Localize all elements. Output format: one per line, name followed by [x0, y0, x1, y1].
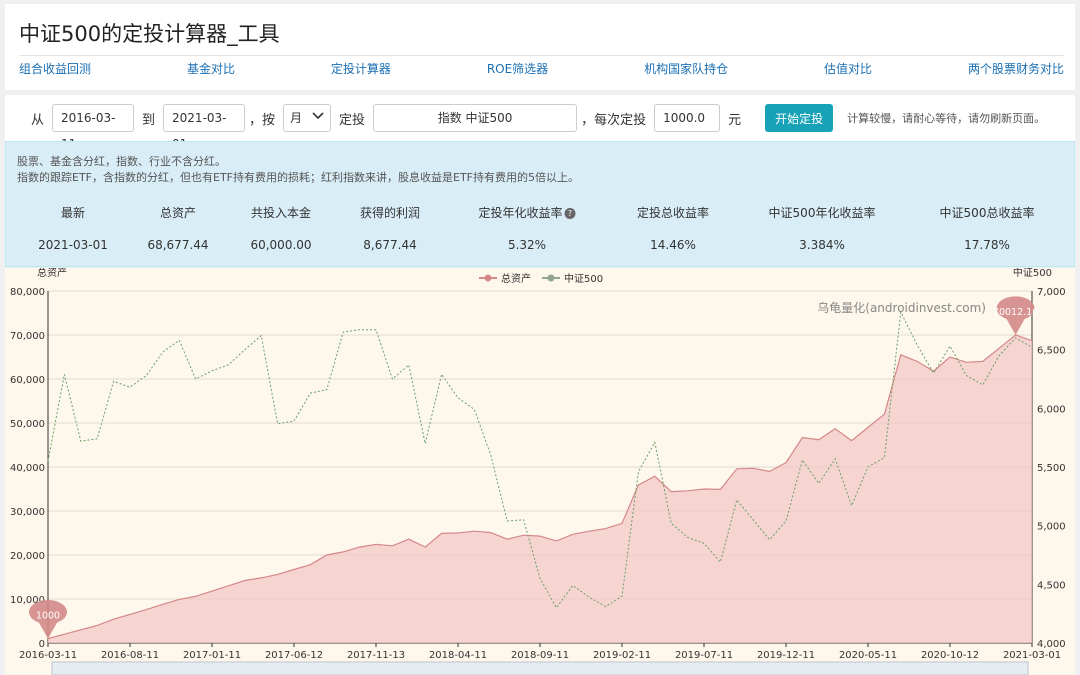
stats-value: 5.32% — [507, 238, 547, 252]
etf-note: 指数的跟踪ETF，含指数的分红，但也有ETF持有费用的损耗；红利指数来讲，股息收… — [17, 171, 579, 184]
invest-label: 定投 — [339, 112, 366, 128]
stats-value: 2021-03-01 — [38, 238, 108, 252]
right-tick-label: 5,500 — [1037, 463, 1066, 474]
stats-header: 中证500总收益率 — [939, 206, 1035, 220]
left-tick-label: 80,000 — [10, 287, 45, 298]
stats-header-row: 最新 总资产 共投入本金 获得的利润 定投年化收益率? 定投总收益率 中证500… — [6, 204, 1076, 222]
stats-value: 68,677.44 — [147, 238, 209, 252]
stats-header: 中证500年化收益率 — [768, 206, 876, 220]
stats-value: 17.78% — [964, 238, 1010, 252]
chart-area: 0 10,000 20,000 30,000 40,000 50,000 60,000 70,… — [5, 266, 1075, 675]
top-nav: 组合收益回测 基金对比 定投计算器 ROE筛选器 机构国家队持仓 估值对比 两个… — [19, 60, 1064, 77]
zoom-slider — [51, 661, 1029, 675]
left-tick-label: 40,000 — [10, 463, 45, 474]
x-tick-label: 2019-07-11 — [675, 650, 733, 661]
nav-item-portfolio-backtest[interactable]: 组合收益回测 — [19, 60, 91, 77]
x-tick-label: 2019-02-11 — [593, 650, 651, 661]
x-tick-label: 2016-03-11 — [19, 650, 77, 661]
end-date-input[interactable]: 2021-03-01 — [163, 104, 246, 151]
question-circle-icon[interactable]: ? — [564, 208, 576, 219]
left-axis-title: 总资产 — [37, 268, 67, 279]
start-dca-button[interactable]: 开始定投 — [765, 104, 834, 132]
watermark-text: 乌龟量化(androidinvest.com) — [817, 300, 986, 315]
dividend-note: 股票、基金含分红，指数、行业不含分红。 — [17, 155, 226, 168]
legend-total-assets-label: 总资产 — [501, 272, 531, 285]
hint-text: 计算较慢，请耐心等待，请勿刷新页面。 — [847, 112, 1046, 125]
stats-header: 共投入本金 — [250, 206, 312, 220]
frequency-value: 月 — [290, 111, 303, 125]
result-info-box: 股票、基金含分红，指数、行业不含分红。 指数的跟踪ETF，含指数的分红，但也有E… — [5, 141, 1075, 267]
stats-value: 60,000.00 — [250, 238, 312, 252]
x-tick-label: 2017-06-12 — [265, 650, 323, 661]
stats-value: 3.384% — [799, 238, 845, 252]
left-tick-label: 60,000 — [10, 375, 45, 386]
dca-chart: 010,00020,00030,00040,00050,00060,00070,… — [10, 266, 1066, 675]
stats-header: 最新 — [60, 206, 86, 220]
nav-item-dca-calculator[interactable]: 定投计算器 — [331, 60, 391, 77]
x-tick-label: 2021-03-01 — [1003, 650, 1061, 661]
left-tick-label: 50,000 — [10, 419, 45, 430]
right-tick-label: 4,000 — [1037, 639, 1066, 650]
right-tick-label: 5,000 — [1037, 522, 1066, 533]
nav-item-valuation-compare[interactable]: 估值对比 — [824, 60, 872, 77]
right-tick-label: 4,500 — [1037, 580, 1066, 591]
left-tick-label: 70,000 — [10, 331, 45, 342]
left-tick-label: 20,000 — [10, 551, 45, 562]
nav-item-financials-compare[interactable]: 两个股票财务对比 — [968, 60, 1064, 77]
calculator-form: 从 2016-03-11 到 2021-03-01 ，按 月 定投 指数 中证5… — [5, 95, 1075, 151]
stats-value: 8,677.44 — [363, 238, 417, 252]
stats-value: 14.46% — [650, 238, 696, 252]
by-label: ，按 — [249, 112, 276, 128]
right-tick-label: 7,000 — [1037, 287, 1066, 298]
nav-divider — [19, 55, 1064, 56]
left-tick-label: 0 — [39, 639, 45, 650]
x-tick-label: 2017-11-13 — [347, 650, 405, 661]
stats-header-annual-return: 定投年化收益率? — [478, 204, 576, 221]
chevron-down-icon — [312, 105, 324, 131]
legend-csi500-dot — [547, 274, 555, 282]
frequency-select[interactable]: 月 — [283, 104, 332, 132]
legend-total-assets-dot — [484, 274, 492, 282]
from-label: 从 — [31, 112, 45, 128]
right-tick-label: 6,000 — [1037, 404, 1066, 415]
page-title: 中证500的定投计算器_工具 — [19, 22, 280, 46]
x-tick-label: 2019-12-11 — [757, 650, 815, 661]
x-tick-label: 2020-10-12 — [921, 650, 979, 661]
legend-csi500-label: 中证500 — [564, 272, 603, 285]
nav-item-institution-holdings[interactable]: 机构国家队持仓 — [644, 60, 728, 77]
nav-item-roe-screener[interactable]: ROE筛选器 — [487, 60, 548, 77]
x-tick-label: 2016-08-11 — [101, 650, 159, 661]
to-label: 到 — [142, 112, 156, 128]
start-date-input[interactable]: 2016-03-11 — [52, 104, 135, 151]
marker-label: 70012.16 — [993, 307, 1038, 318]
header-card: 中证500的定投计算器_工具 组合收益回测 基金对比 定投计算器 ROE筛选器 … — [5, 4, 1075, 90]
currency-label: 元 — [728, 112, 742, 128]
stats-header: 获得的利润 — [359, 206, 421, 220]
x-tick-label: 2018-04-11 — [429, 650, 487, 661]
index-input[interactable]: 指数 中证500 — [373, 104, 578, 132]
right-tick-label: 6,500 — [1037, 346, 1066, 357]
right-axis-title: 中证500 — [1013, 268, 1052, 279]
stats-value-row: 2021-03-01 68,677.44 60,000.00 8,677.44 … — [6, 238, 1076, 256]
marker-label: 1000 — [36, 611, 60, 622]
x-tick-label: 2018-09-11 — [511, 650, 569, 661]
stats-header: 定投总收益率 — [636, 206, 710, 220]
each-amount-label: ，每次定投 — [581, 112, 647, 128]
x-tick-label: 2020-05-11 — [839, 650, 897, 661]
left-tick-label: 30,000 — [10, 507, 45, 518]
annual-return-label: 定投年化收益率 — [478, 206, 563, 220]
stats-header: 总资产 — [159, 206, 197, 220]
x-tick-label: 2017-01-11 — [183, 650, 241, 661]
amount-input[interactable]: 1000.0 — [654, 104, 721, 132]
nav-item-fund-compare[interactable]: 基金对比 — [187, 60, 235, 77]
